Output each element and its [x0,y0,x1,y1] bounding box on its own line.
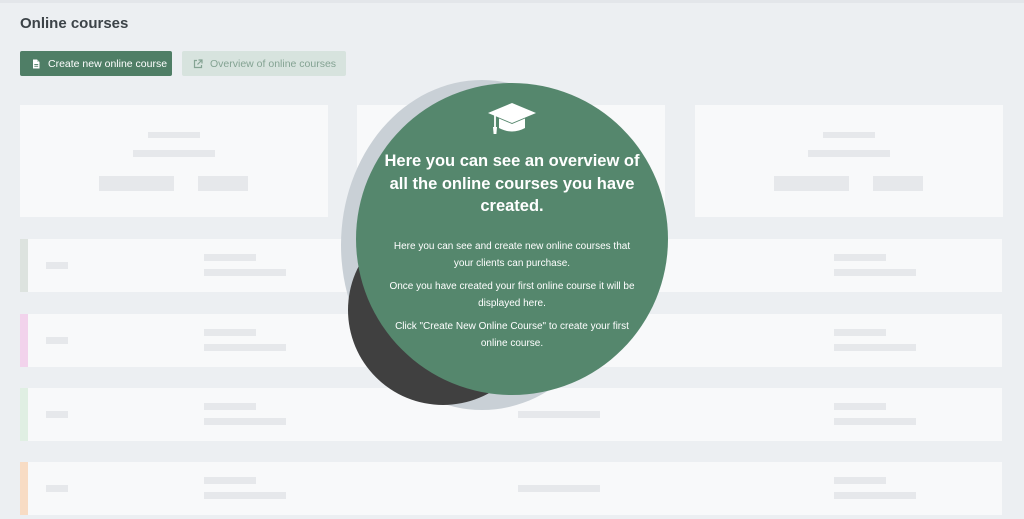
skeleton-bar [873,176,923,191]
summary-card-placeholder [20,105,328,217]
skeleton-bar [46,337,68,344]
graduation-cap-icon [487,101,537,139]
skeleton-bar [808,150,890,157]
create-course-button[interactable]: Create new online course [20,51,172,76]
file-icon [31,59,41,69]
skeleton-bar [834,477,886,484]
skeleton-bar [834,418,916,425]
skeleton-bar [148,132,200,138]
skeleton-bar [46,485,68,492]
page-title: Online courses [20,15,129,32]
skeleton-bar [198,176,248,191]
overview-courses-label: Overview of online courses [210,57,337,70]
top-border [0,0,1024,3]
skeleton-bar [204,254,256,261]
course-row-placeholder [20,462,1002,515]
skeleton-bar [774,176,849,191]
skeleton-bar [204,329,256,336]
skeleton-bar [834,254,886,261]
skeleton-bar [518,485,600,492]
skeleton-bar [46,262,68,269]
row-accent [20,314,28,367]
overlay-paragraph: Once you have created your first online … [389,281,635,309]
row-accent [20,239,28,292]
skeleton-bar [204,477,256,484]
external-link-icon [193,58,203,69]
overlay-paragraph: Here you can see and create new online c… [393,241,631,269]
skeleton-bar [204,418,286,425]
skeleton-bar [46,411,68,418]
skeleton-bar [518,411,600,418]
skeleton-bar [834,403,886,410]
overlay-paragraph: Click "Create New Online Course" to crea… [395,321,629,349]
summary-card-placeholder [695,105,1003,217]
skeleton-bar [834,344,916,351]
create-course-label: Create new online course [48,57,168,70]
overview-courses-button[interactable]: Overview of online courses [182,51,346,76]
skeleton-bar [834,329,886,336]
overlay-heading: Here you can see an overview of all the … [384,152,640,215]
skeleton-bar [204,344,286,351]
skeleton-bar [834,269,916,276]
skeleton-bar [204,403,256,410]
skeleton-bar [133,150,215,157]
skeleton-bar [834,492,916,499]
skeleton-bar [99,176,174,191]
row-accent [20,388,28,441]
row-accent [20,462,28,515]
skeleton-bar [204,269,286,276]
skeleton-bar [204,492,286,499]
skeleton-bar [823,132,875,138]
